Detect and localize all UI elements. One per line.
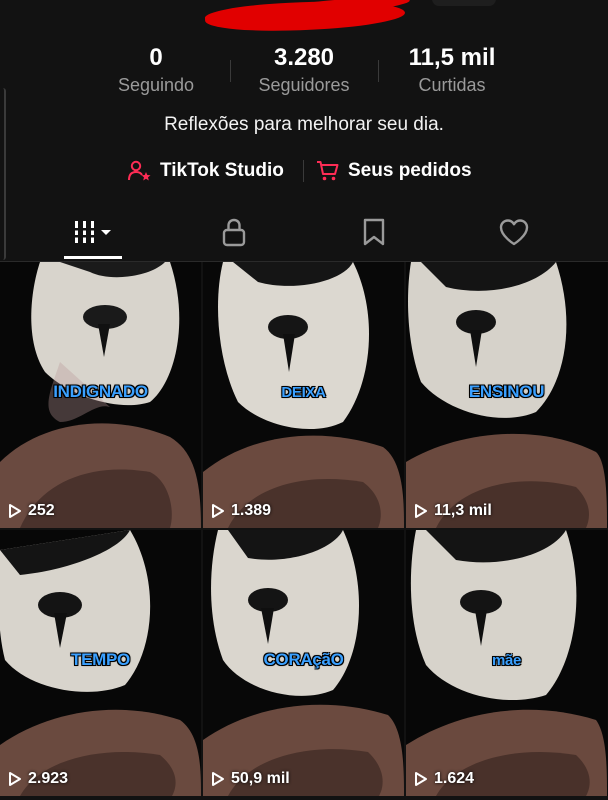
play-icon xyxy=(415,504,427,518)
view-count-value: 252 xyxy=(28,502,55,519)
view-count-value: 1.624 xyxy=(434,770,475,787)
followers-count: 3.280 xyxy=(273,44,335,71)
view-count: 50,9 mil xyxy=(211,770,290,788)
heart-icon xyxy=(499,219,529,246)
play-icon xyxy=(415,772,427,786)
video-caption: DEIXA xyxy=(281,384,326,401)
video-caption: mãe xyxy=(491,652,522,669)
video-caption: INDIGNADO xyxy=(53,382,148,401)
play-icon xyxy=(9,772,21,786)
play-icon xyxy=(9,504,21,518)
view-count-value: 1.389 xyxy=(231,502,272,519)
profile-bio: Reflexões para melhorar seu dia. xyxy=(164,114,444,135)
likes-count: 11,5 mil xyxy=(408,44,496,71)
video-thumbnail[interactable]: DEIXA 1.389 xyxy=(203,262,404,528)
view-count: 1.624 xyxy=(414,770,474,788)
video-grid: INDIGNADO 252 DEIXA 1.389 ENSINOU 11,3 m… xyxy=(0,262,608,800)
stat-divider xyxy=(378,60,379,82)
video-thumbnail[interactable]: CORAçãO 50,9 mil xyxy=(203,530,404,796)
video-thumbnail[interactable]: mãe 1.624 xyxy=(406,530,608,796)
view-count: 252 xyxy=(8,502,55,520)
video-caption: CORAçãO xyxy=(263,650,344,669)
tab-saved[interactable] xyxy=(304,204,444,260)
top-bar xyxy=(0,0,608,36)
bookmark-icon xyxy=(363,218,385,246)
tiktok-studio-link[interactable]: TikTok Studio xyxy=(128,156,284,186)
profile-tabs xyxy=(0,204,608,262)
view-count-value: 50,9 mil xyxy=(231,770,290,787)
view-count: 11,3 mil xyxy=(414,502,492,520)
stat-likes[interactable]: 11,5 mil Curtidas xyxy=(382,44,522,97)
stat-divider xyxy=(230,60,231,82)
play-icon xyxy=(212,772,224,786)
lock-icon xyxy=(222,218,246,247)
stat-following[interactable]: 0 Seguindo xyxy=(86,44,226,97)
view-count: 2.923 xyxy=(8,770,68,788)
view-count-value: 11,3 mil xyxy=(434,502,492,519)
links-divider xyxy=(303,160,304,182)
tab-videos[interactable] xyxy=(24,204,164,260)
videos-grid-icon xyxy=(73,221,111,243)
followers-label: Seguidores xyxy=(258,75,350,95)
likes-label: Curtidas xyxy=(418,75,486,95)
video-caption: ENSINOU xyxy=(468,382,545,401)
following-label: Seguindo xyxy=(117,75,195,95)
tab-private[interactable] xyxy=(164,204,304,260)
view-count: 1.389 xyxy=(211,502,271,520)
profile-stats: 0 Seguindo 3.280 Seguidores 11,5 mil Cur… xyxy=(0,44,608,100)
play-icon xyxy=(212,504,224,518)
video-caption: TEMPO xyxy=(71,650,130,669)
active-tab-indicator xyxy=(64,256,122,259)
view-count-value: 2.923 xyxy=(28,770,69,787)
profile-links: TikTok Studio Seus pedidos xyxy=(0,156,608,186)
studio-user-icon xyxy=(128,160,151,181)
video-thumbnail[interactable]: ENSINOU 11,3 mil xyxy=(406,262,608,528)
stat-followers[interactable]: 3.280 Seguidores xyxy=(234,44,374,97)
tiktok-studio-label: TikTok Studio xyxy=(160,160,284,181)
video-thumbnail[interactable]: INDIGNADO 252 xyxy=(0,262,201,528)
following-count: 0 xyxy=(149,44,163,71)
shopping-cart-icon xyxy=(317,161,339,181)
video-thumbnail[interactable]: TEMPO 2.923 xyxy=(0,530,201,796)
tab-liked[interactable] xyxy=(444,204,584,260)
top-pill xyxy=(432,0,496,6)
orders-link[interactable]: Seus pedidos xyxy=(316,156,472,186)
orders-label: Seus pedidos xyxy=(348,160,472,181)
